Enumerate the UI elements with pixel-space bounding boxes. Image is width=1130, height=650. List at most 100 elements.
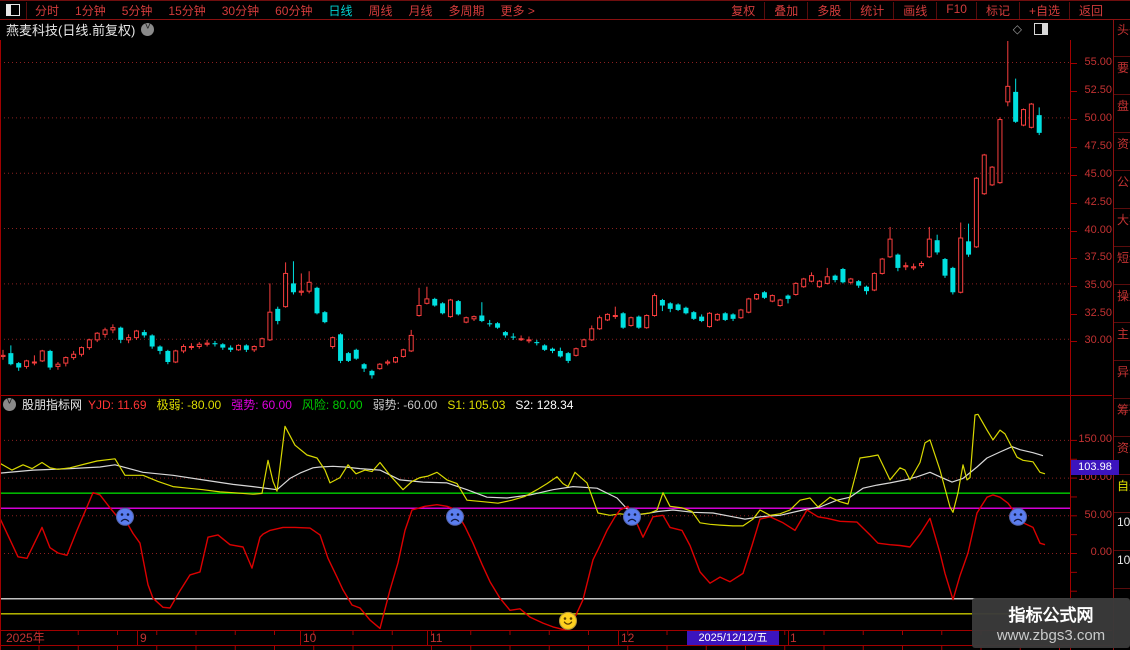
candle xyxy=(495,322,500,329)
period-tab-更多 >[interactable]: 更多 > xyxy=(493,2,543,19)
sidebar-item[interactable]: 短线 xyxy=(1114,247,1130,285)
candle xyxy=(111,324,115,333)
action-画线[interactable]: 画线 xyxy=(893,2,936,19)
action-F10[interactable]: F10 xyxy=(936,2,976,19)
indicator-field: 风险: 80.00 xyxy=(302,398,363,412)
period-tab-1分钟[interactable]: 1分钟 xyxy=(67,2,114,19)
candle xyxy=(668,302,673,312)
candle xyxy=(935,235,940,255)
sidebar-item[interactable]: 主力 xyxy=(1114,323,1130,361)
sidebar-item[interactable]: 头条 xyxy=(1114,19,1130,57)
candle xyxy=(158,345,163,354)
sidebar-item[interactable]: 异动 xyxy=(1114,361,1130,399)
indicator-axis-label: 150.00 xyxy=(1076,434,1112,445)
collapse-indicator-icon[interactable]: ˅ xyxy=(3,398,16,411)
candle xyxy=(212,341,217,347)
period-tab-月线[interactable]: 月线 xyxy=(401,2,441,19)
indicator-source[interactable]: 股朋指标网 xyxy=(22,396,82,413)
price-axis-label: 45.00 xyxy=(1076,169,1112,180)
period-tab-多周期[interactable]: 多周期 xyxy=(441,2,493,19)
candle xyxy=(645,314,649,328)
candle xyxy=(856,280,861,288)
diamond-icon[interactable]: ◇ xyxy=(1013,22,1022,36)
candle xyxy=(723,312,728,321)
candle xyxy=(747,298,751,313)
candle xyxy=(394,356,398,363)
candle xyxy=(895,254,900,272)
candle xyxy=(542,344,547,351)
price-axis-label: 37.50 xyxy=(1076,252,1112,263)
candle xyxy=(354,349,359,360)
candle xyxy=(582,339,586,348)
action-复权[interactable]: 复权 xyxy=(722,2,764,19)
candle xyxy=(503,331,508,338)
action-多股[interactable]: 多股 xyxy=(807,2,850,19)
chart-canvas[interactable] xyxy=(0,0,1130,650)
split-view-icon[interactable] xyxy=(1034,23,1048,35)
candle xyxy=(904,262,908,270)
sidebar-item[interactable]: 自选 xyxy=(1114,475,1130,513)
candlestick-series xyxy=(1,41,1042,379)
trading-app-window: { "toolbar": { "window_icon": "split-pan… xyxy=(0,0,1130,650)
candle xyxy=(872,272,876,291)
candle xyxy=(205,340,209,347)
toolbar-actions: 复权叠加多股统计画线F10标记+自选返回 xyxy=(722,2,1112,19)
price-axis-label: 35.00 xyxy=(1076,280,1112,291)
sidebar-item[interactable]: 操盘 xyxy=(1114,285,1130,323)
action-叠加[interactable]: 叠加 xyxy=(764,2,807,19)
period-tab-60分钟[interactable]: 60分钟 xyxy=(267,2,320,19)
candle xyxy=(80,346,84,356)
candle xyxy=(32,355,36,365)
candle xyxy=(699,314,704,322)
candle xyxy=(432,298,437,307)
title-bar: 燕麦科技(日线.前复权) ˅ ◇ xyxy=(0,19,1110,39)
candle xyxy=(653,293,657,316)
candle xyxy=(409,330,413,352)
candle xyxy=(519,335,523,341)
price-axis-label: 30.00 xyxy=(1076,335,1112,346)
sidebar-item[interactable]: 102 xyxy=(1114,551,1130,589)
action-返回[interactable]: 返回 xyxy=(1069,2,1112,19)
action-+自选[interactable]: +自选 xyxy=(1019,2,1069,19)
period-tab-30分钟[interactable]: 30分钟 xyxy=(214,2,267,19)
candle xyxy=(1022,108,1026,126)
time-axis-label: 12 xyxy=(621,632,634,644)
sidebar-item[interactable]: 筹码 xyxy=(1114,399,1130,437)
candle xyxy=(244,344,249,352)
price-axis-label: 47.50 xyxy=(1076,141,1112,152)
chevron-down-circle-icon[interactable]: ˅ xyxy=(141,23,154,36)
candle xyxy=(291,261,296,294)
candle xyxy=(307,271,311,293)
indicator-values: YJD: 11.69极弱: -80.00强势: 60.00风险: 80.00弱势… xyxy=(88,396,583,413)
candle xyxy=(676,303,681,311)
candle xyxy=(566,352,571,363)
candle xyxy=(833,275,838,283)
period-tab-5分钟[interactable]: 5分钟 xyxy=(114,2,161,19)
period-tab-分时[interactable]: 分时 xyxy=(27,2,67,19)
watermark: 指标公式网 www.zbgs3.com xyxy=(972,598,1130,648)
action-统计[interactable]: 统计 xyxy=(850,2,893,19)
candle xyxy=(527,337,531,344)
sidebar-item[interactable]: 大事 xyxy=(1114,209,1130,247)
candle xyxy=(456,300,461,315)
watermark-title: 指标公式网 xyxy=(972,601,1130,626)
candle xyxy=(621,312,626,329)
sidebar-item[interactable]: 101 xyxy=(1114,513,1130,551)
period-tab-15分钟[interactable]: 15分钟 xyxy=(160,2,213,19)
candle xyxy=(708,312,712,327)
period-tab-日线[interactable]: 日线 xyxy=(320,2,360,19)
period-tab-周线[interactable]: 周线 xyxy=(360,2,400,19)
candle xyxy=(220,343,225,350)
window-panel-icon[interactable] xyxy=(0,2,27,19)
sidebar-item[interactable]: 要闻 xyxy=(1114,57,1130,95)
candle xyxy=(464,317,468,324)
candle xyxy=(8,345,13,365)
candle xyxy=(56,362,60,370)
sidebar-item[interactable]: 盘口 xyxy=(1114,95,1130,133)
sidebar-item[interactable]: 资讯 xyxy=(1114,133,1130,171)
candle xyxy=(197,342,201,349)
action-标记[interactable]: 标记 xyxy=(976,2,1019,19)
candle xyxy=(840,268,845,283)
candle xyxy=(590,325,594,340)
sidebar-item[interactable]: 公告 xyxy=(1114,171,1130,209)
